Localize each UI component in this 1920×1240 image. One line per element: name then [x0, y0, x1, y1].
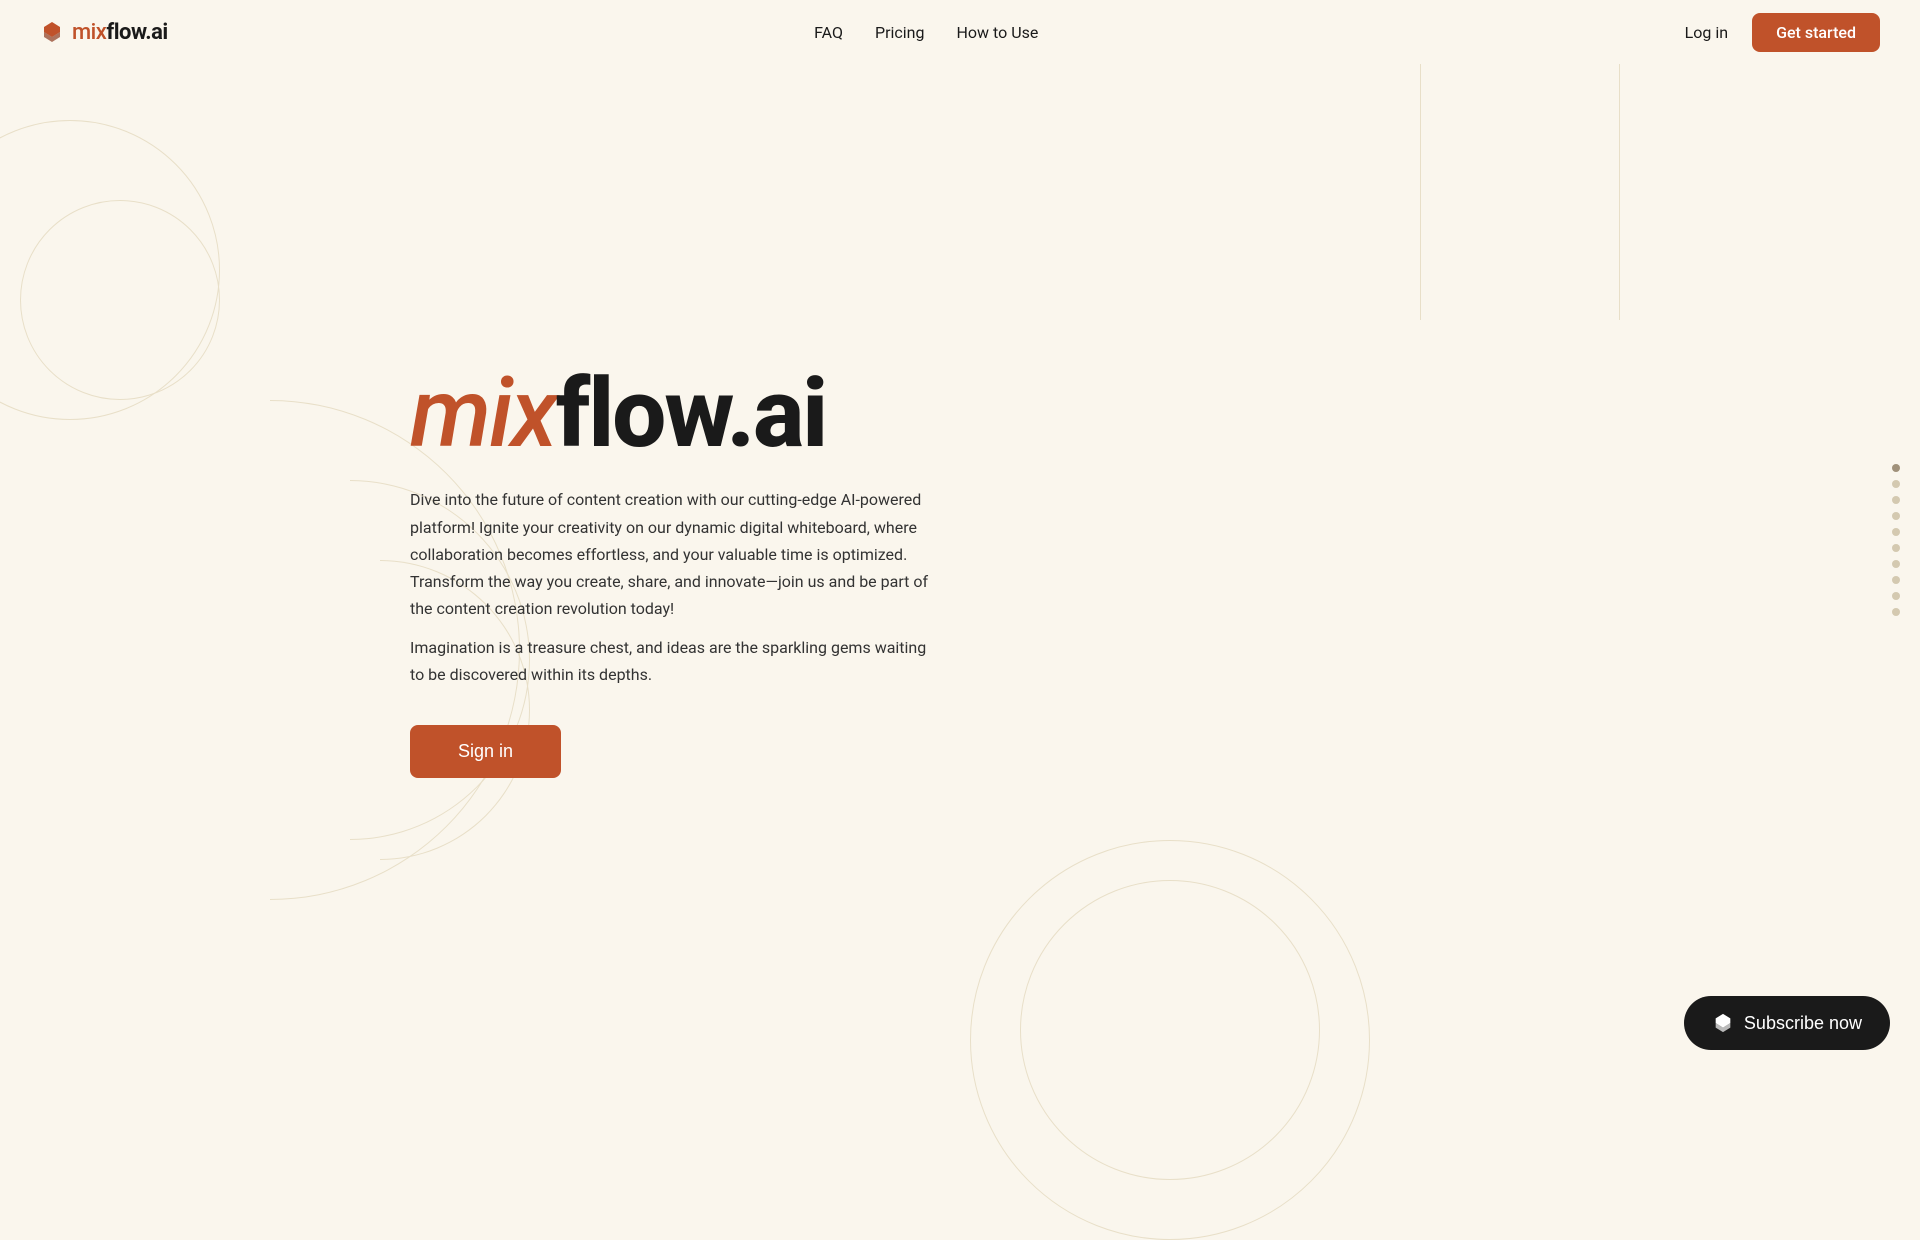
- hero-title: mixflow.ai: [410, 366, 930, 462]
- logo-text: mixflow.ai: [72, 20, 168, 45]
- side-dot-3[interactable]: [1892, 512, 1900, 520]
- subscribe-label: Subscribe now: [1744, 1013, 1862, 1034]
- nav-faq[interactable]: FAQ: [814, 23, 843, 42]
- nav-pricing[interactable]: Pricing: [875, 23, 925, 42]
- nav-right: Log in Get started: [1685, 13, 1880, 52]
- navbar: mixflow.ai FAQ Pricing How to Use Log in…: [0, 0, 1920, 64]
- side-dot-1[interactable]: [1892, 480, 1900, 488]
- side-dot-4[interactable]: [1892, 528, 1900, 536]
- login-link[interactable]: Log in: [1685, 23, 1728, 42]
- logo-icon: [40, 20, 64, 44]
- nav-how-to-use[interactable]: How to Use: [956, 23, 1038, 42]
- subscribe-icon: [1712, 1012, 1734, 1034]
- hero-description: Dive into the future of content creation…: [410, 486, 930, 622]
- logo[interactable]: mixflow.ai: [40, 20, 168, 45]
- side-dot-8[interactable]: [1892, 592, 1900, 600]
- side-dot-6[interactable]: [1892, 560, 1900, 568]
- side-dot-9[interactable]: [1892, 608, 1900, 616]
- side-dot-5[interactable]: [1892, 544, 1900, 552]
- hero-tagline: Imagination is a treasure chest, and ide…: [410, 634, 930, 688]
- nav-links: FAQ Pricing How to Use: [814, 23, 1038, 42]
- hero-section: mixflow.ai Dive into the future of conte…: [410, 366, 930, 777]
- subscribe-button[interactable]: Subscribe now: [1684, 996, 1890, 1050]
- side-dot-2[interactable]: [1892, 496, 1900, 504]
- side-dot-7[interactable]: [1892, 576, 1900, 584]
- main-content: mixflow.ai Dive into the future of conte…: [0, 64, 1920, 1080]
- side-dots: [1892, 464, 1900, 616]
- get-started-button[interactable]: Get started: [1752, 13, 1880, 52]
- side-dot-0[interactable]: [1892, 464, 1900, 472]
- sign-in-button[interactable]: Sign in: [410, 725, 561, 778]
